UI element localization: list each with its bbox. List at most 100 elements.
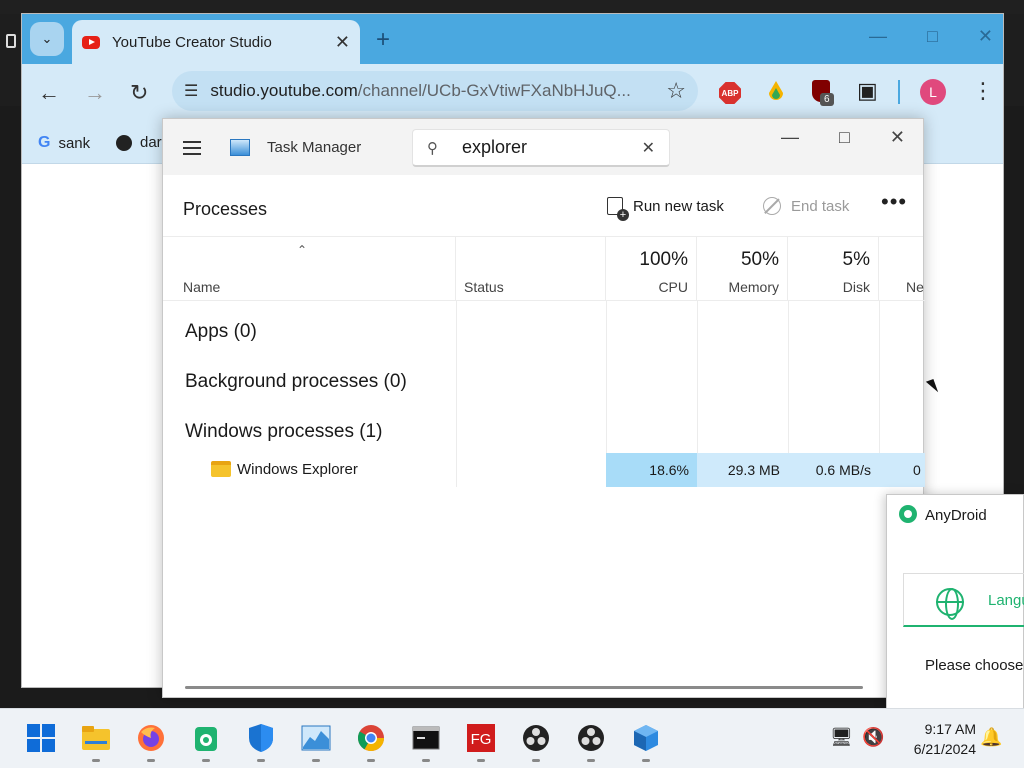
forward-icon[interactable]: → — [84, 80, 106, 106]
back-icon[interactable]: ← — [38, 80, 60, 106]
language-tab[interactable]: Langu — [903, 573, 1024, 627]
group-apps[interactable]: Apps (0) — [185, 321, 257, 343]
anydroid-logo-icon — [899, 505, 917, 523]
bookmark-star-icon[interactable]: ☆ — [666, 78, 686, 104]
tab-strip: ⌄ YouTube Creator Studio ✕ + — □ ✕ — [22, 14, 1003, 64]
table-row[interactable]: Windows Explorer 18.6% 29.3 MB 0.6 MB/s … — [163, 453, 925, 487]
task-manager-logo-icon — [230, 139, 250, 156]
maximize-icon[interactable]: □ — [927, 26, 938, 47]
run-new-task-button[interactable]: Run new task — [607, 197, 724, 221]
page-title: Processes — [183, 199, 268, 219]
notification-bell-icon[interactable]: 🔔 — [980, 727, 1002, 748]
menu-kebab-icon[interactable]: ⋮ — [972, 78, 994, 104]
color-drop-extension-icon[interactable] — [766, 80, 786, 102]
end-task-button[interactable]: End task — [763, 197, 849, 215]
file-explorer-taskbar-icon[interactable] — [81, 723, 111, 753]
window-controls: — □ ✕ — [869, 26, 993, 47]
new-tab-button[interactable]: + — [376, 26, 390, 54]
column-header-cpu[interactable]: 100% CPU — [606, 237, 697, 301]
fg-taskbar-icon[interactable]: FG — [466, 723, 496, 753]
taskbar: FG 🖥 🔇 9:17 AM 6/21/2024 🔔 — [0, 708, 1024, 768]
reload-icon[interactable]: ↻ — [130, 80, 148, 106]
running-indicator — [257, 759, 265, 762]
profile-avatar[interactable]: L — [920, 79, 946, 105]
task-manager-window: Task Manager ⚲ explorer ✕ — □ ✕ Processe… — [162, 118, 925, 698]
bookmark-sank[interactable]: Gsank — [38, 134, 90, 152]
choose-prompt: Please choose — [925, 657, 1024, 674]
close-window-icon[interactable]: ✕ — [978, 26, 993, 47]
column-label-disk: Disk — [842, 279, 870, 295]
column-header-status[interactable]: Status — [456, 237, 606, 301]
bookmark-dar[interactable]: dar — [116, 134, 162, 151]
close-tab-icon[interactable]: ✕ — [335, 32, 350, 53]
avatar-letter: L — [929, 84, 937, 100]
tab-title: YouTube Creator Studio — [112, 33, 272, 51]
fg-label: FG — [471, 731, 492, 748]
obs-taskbar-icon[interactable] — [521, 723, 551, 753]
processes-header: Processes Run new task End task ••• — [163, 175, 923, 237]
running-indicator — [642, 759, 650, 762]
column-label-status: Status — [464, 279, 504, 295]
hamburger-menu-icon[interactable] — [183, 141, 201, 155]
close-window-icon[interactable]: ✕ — [890, 127, 905, 148]
search-input[interactable]: explorer — [462, 137, 642, 158]
volume-muted-icon[interactable]: 🔇 — [862, 727, 884, 748]
running-indicator — [312, 759, 320, 762]
column-header-memory[interactable]: 50% Memory — [697, 237, 788, 301]
tab-youtube-studio[interactable]: YouTube Creator Studio ✕ — [72, 20, 360, 64]
terminal-taskbar-icon[interactable] — [411, 723, 441, 753]
cpu-total-percent: 100% — [639, 249, 688, 270]
minimize-icon[interactable]: — — [781, 127, 799, 148]
google-icon: G — [38, 134, 51, 151]
extensions-puzzle-icon[interactable]: ▣ — [857, 78, 878, 104]
desktop-shortcut-icon[interactable] — [6, 34, 16, 48]
bookmark-label: sank — [58, 134, 91, 152]
running-indicator — [587, 759, 595, 762]
obs-taskbar-icon-2[interactable] — [576, 723, 606, 753]
group-background-processes[interactable]: Background processes (0) — [185, 371, 407, 393]
cell-cpu: 18.6% — [606, 453, 697, 487]
column-header-network[interactable]: Ne — [879, 237, 925, 301]
firefox-taskbar-icon[interactable] — [136, 723, 166, 753]
end-task-label: End task — [791, 197, 850, 215]
cube-app-taskbar-icon[interactable] — [631, 723, 661, 753]
horizontal-scrollbar[interactable] — [185, 686, 863, 689]
disk-total-percent: 5% — [842, 249, 870, 270]
desktop-top-strip — [0, 0, 1024, 14]
memory-total-percent: 50% — [740, 249, 779, 270]
clock-time[interactable]: 9:17 AM — [906, 721, 976, 737]
column-header-name[interactable]: ⌃ Name — [163, 237, 456, 301]
clock-date[interactable]: 6/21/2024 — [896, 741, 976, 757]
start-button[interactable] — [26, 723, 56, 753]
search-icon: ⚲ — [427, 139, 438, 157]
minimize-icon[interactable]: — — [869, 26, 887, 47]
anydroid-window: AnyDroid Langu Please choose — [886, 494, 1024, 710]
run-new-task-label: Run new task — [633, 197, 724, 215]
site-info-icon[interactable]: ☰ — [184, 81, 198, 101]
running-indicator — [477, 759, 485, 762]
column-header-disk[interactable]: 5% Disk — [788, 237, 879, 301]
desktop-left-strip — [0, 14, 22, 106]
running-indicator — [147, 759, 155, 762]
cell-network: 0 — [879, 453, 925, 487]
clear-search-icon[interactable]: ✕ — [642, 138, 655, 158]
address-bar[interactable]: ☰ studio.youtube.com/channel/UCb-GxVtiwF… — [172, 71, 698, 111]
maximize-icon[interactable]: □ — [839, 127, 850, 148]
windows-logo-icon — [27, 724, 55, 752]
cell-memory: 29.3 MB — [697, 453, 788, 487]
adblock-plus-icon[interactable]: ABP — [719, 82, 741, 104]
bookmark-label: dar — [140, 134, 162, 151]
more-options-icon[interactable]: ••• — [881, 189, 907, 215]
task-manager-taskbar-icon[interactable] — [301, 723, 331, 753]
tab-search-button[interactable]: ⌄ — [30, 22, 64, 56]
anydroid-title: AnyDroid — [925, 507, 987, 524]
group-windows-processes[interactable]: Windows processes (1) — [185, 421, 382, 443]
search-box[interactable]: ⚲ explorer ✕ — [412, 129, 670, 167]
url-host: studio.youtube.com — [210, 81, 358, 100]
display-network-icon[interactable]: 🖥 — [830, 727, 853, 748]
youtube-icon — [82, 35, 100, 49]
url-text[interactable]: studio.youtube.com/channel/UCb-GxVtiwFXa… — [210, 81, 666, 101]
chrome-taskbar-icon[interactable] — [356, 723, 386, 753]
anydroid-taskbar-icon[interactable] — [191, 723, 221, 753]
defender-taskbar-icon[interactable] — [246, 723, 276, 753]
